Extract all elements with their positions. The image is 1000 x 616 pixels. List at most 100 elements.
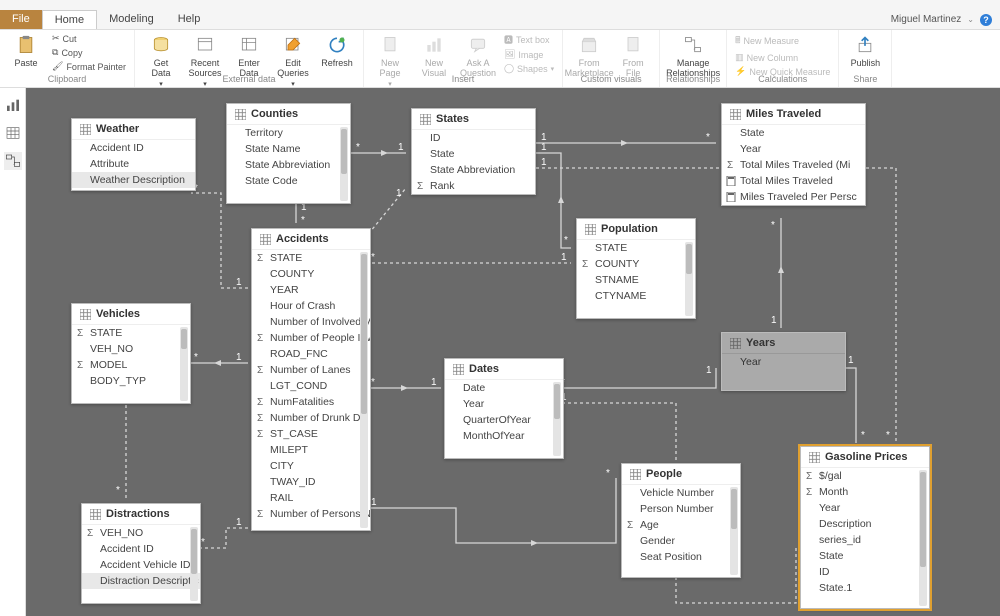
field[interactable]: Accident Vehicle ID	[82, 557, 200, 573]
table-vehicles[interactable]: Vehicles ΣSTATE VEH_NO ΣMODEL BODY_TYP	[71, 303, 191, 404]
field[interactable]: CTYNAME	[577, 288, 695, 304]
menu-home[interactable]: Home	[42, 10, 97, 29]
field[interactable]: ΣCOUNTY	[577, 256, 695, 272]
field[interactable]: ROAD_FNC	[252, 346, 370, 362]
field[interactable]: Description	[801, 516, 929, 532]
scrollbar[interactable]	[730, 487, 738, 575]
model-canvas[interactable]: *1 1* 1* 1* *1 *1 1* 1* *1 *1 1*	[26, 88, 1000, 616]
field[interactable]: RAIL	[252, 490, 370, 506]
field[interactable]: Date	[445, 380, 563, 396]
field[interactable]: Person Number	[622, 501, 740, 517]
scrollbar[interactable]	[685, 242, 693, 316]
field[interactable]: ΣNumFatalities	[252, 394, 370, 410]
field[interactable]: State	[801, 548, 929, 564]
field[interactable]: Year	[801, 500, 929, 516]
field[interactable]: CITY	[252, 458, 370, 474]
field[interactable]: series_id	[801, 532, 929, 548]
field[interactable]: LGT_COND	[252, 378, 370, 394]
field[interactable]: Number of Involved V	[252, 314, 370, 330]
field[interactable]: Gender	[622, 533, 740, 549]
user-label[interactable]: Miguel Martinez ⌄ ?	[883, 10, 1000, 29]
field[interactable]: Seat Position	[622, 549, 740, 565]
field[interactable]: ΣAge	[622, 517, 740, 533]
table-miles-traveled[interactable]: Miles Traveled State Year ΣTotal Miles T…	[721, 103, 866, 206]
publish-button[interactable]: Publish	[845, 32, 885, 70]
field[interactable]: ΣST_CASE	[252, 426, 370, 442]
manage-relationships-button[interactable]: Manage Relationships	[673, 32, 713, 80]
field[interactable]: ΣNumber of Persons N	[252, 506, 370, 522]
field[interactable]: Distraction Descriptic	[82, 573, 200, 589]
field[interactable]: State	[722, 125, 865, 141]
field[interactable]: ΣVEH_NO	[82, 525, 200, 541]
field[interactable]: STATE	[577, 240, 695, 256]
table-people[interactable]: People Vehicle Number Person Number ΣAge…	[621, 463, 741, 578]
field[interactable]: ΣNumber of Lanes	[252, 362, 370, 378]
scrollbar[interactable]	[340, 127, 348, 201]
help-icon[interactable]: ?	[980, 14, 992, 26]
scrollbar[interactable]	[919, 470, 927, 606]
field[interactable]: ID	[412, 130, 535, 146]
data-view-button[interactable]	[4, 124, 22, 142]
field[interactable]: QuarterOfYear	[445, 412, 563, 428]
format-painter-button[interactable]: 🖌Format Painter	[50, 60, 128, 73]
field[interactable]: STNAME	[577, 272, 695, 288]
table-population[interactable]: Population STATE ΣCOUNTY STNAME CTYNAME	[576, 218, 696, 319]
field[interactable]: State Code	[227, 173, 350, 189]
table-dates[interactable]: Dates Date Year QuarterOfYear MonthOfYea…	[444, 358, 564, 459]
table-states[interactable]: States ID State State Abbreviation ΣRank	[411, 108, 536, 195]
field[interactable]: COUNTY	[252, 266, 370, 282]
copy-button[interactable]: ⧉Copy	[50, 46, 128, 59]
field[interactable]: Territory	[227, 125, 350, 141]
field[interactable]: MonthOfYear	[445, 428, 563, 444]
paste-button[interactable]: Paste	[6, 32, 46, 70]
field[interactable]: ΣMODEL	[72, 357, 190, 373]
recent-sources-button[interactable]: Recent Sources▾	[185, 32, 225, 90]
get-data-button[interactable]: Get Data▾	[141, 32, 181, 90]
scrollbar[interactable]	[553, 382, 561, 456]
menu-help[interactable]: Help	[166, 10, 213, 29]
field[interactable]: Year	[445, 396, 563, 412]
field[interactable]: ΣSTATE	[72, 325, 190, 341]
field[interactable]: Σ$/gal	[801, 468, 929, 484]
field[interactable]: TWAY_ID	[252, 474, 370, 490]
scrollbar[interactable]	[190, 527, 198, 601]
field[interactable]: State Abbreviation	[412, 162, 535, 178]
field[interactable]: ΣNumber of People Inv	[252, 330, 370, 346]
field[interactable]: BODY_TYP	[72, 373, 190, 389]
field[interactable]: Miles Traveled Per Persc	[722, 189, 865, 205]
table-years[interactable]: Years Year	[721, 332, 846, 391]
table-distractions[interactable]: Distractions ΣVEH_NO Accident ID Acciden…	[81, 503, 201, 604]
edit-queries-button[interactable]: Edit Queries▾	[273, 32, 313, 90]
cut-button[interactable]: ✂Cut	[50, 32, 128, 45]
field[interactable]: Accident ID	[82, 541, 200, 557]
scrollbar[interactable]	[360, 252, 368, 528]
field[interactable]: Accident ID	[72, 140, 195, 156]
field[interactable]: VEH_NO	[72, 341, 190, 357]
field[interactable]: Weather Description	[72, 172, 195, 188]
field[interactable]: State Name	[227, 141, 350, 157]
model-view-button[interactable]	[4, 152, 22, 170]
field[interactable]: ID	[801, 564, 929, 580]
field[interactable]: Attribute	[72, 156, 195, 172]
refresh-button[interactable]: Refresh	[317, 32, 357, 70]
field[interactable]: State Abbreviation	[227, 157, 350, 173]
scrollbar[interactable]	[180, 327, 188, 401]
field[interactable]: ΣNumber of Drunk Dri	[252, 410, 370, 426]
field[interactable]: ΣRank	[412, 178, 535, 194]
menu-modeling[interactable]: Modeling	[97, 10, 166, 29]
field[interactable]: ΣSTATE	[252, 250, 370, 266]
field[interactable]: Year	[722, 354, 845, 370]
report-view-button[interactable]	[4, 96, 22, 114]
field[interactable]: YEAR	[252, 282, 370, 298]
field[interactable]: Year	[722, 141, 865, 157]
field[interactable]: State	[412, 146, 535, 162]
table-accidents[interactable]: Accidents ΣSTATE COUNTY YEAR Hour of Cra…	[251, 228, 371, 531]
field[interactable]: Total Miles Traveled	[722, 173, 865, 189]
enter-data-button[interactable]: Enter Data	[229, 32, 269, 80]
menu-file[interactable]: File	[0, 10, 42, 29]
table-weather[interactable]: Weather Accident ID Attribute Weather De…	[71, 118, 196, 191]
field[interactable]: MILEPT	[252, 442, 370, 458]
field[interactable]: State.1	[801, 580, 929, 596]
table-counties[interactable]: Counties Territory State Name State Abbr…	[226, 103, 351, 204]
table-gasoline-prices[interactable]: Gasoline Prices Σ$/gal ΣMonth Year Descr…	[800, 446, 930, 609]
